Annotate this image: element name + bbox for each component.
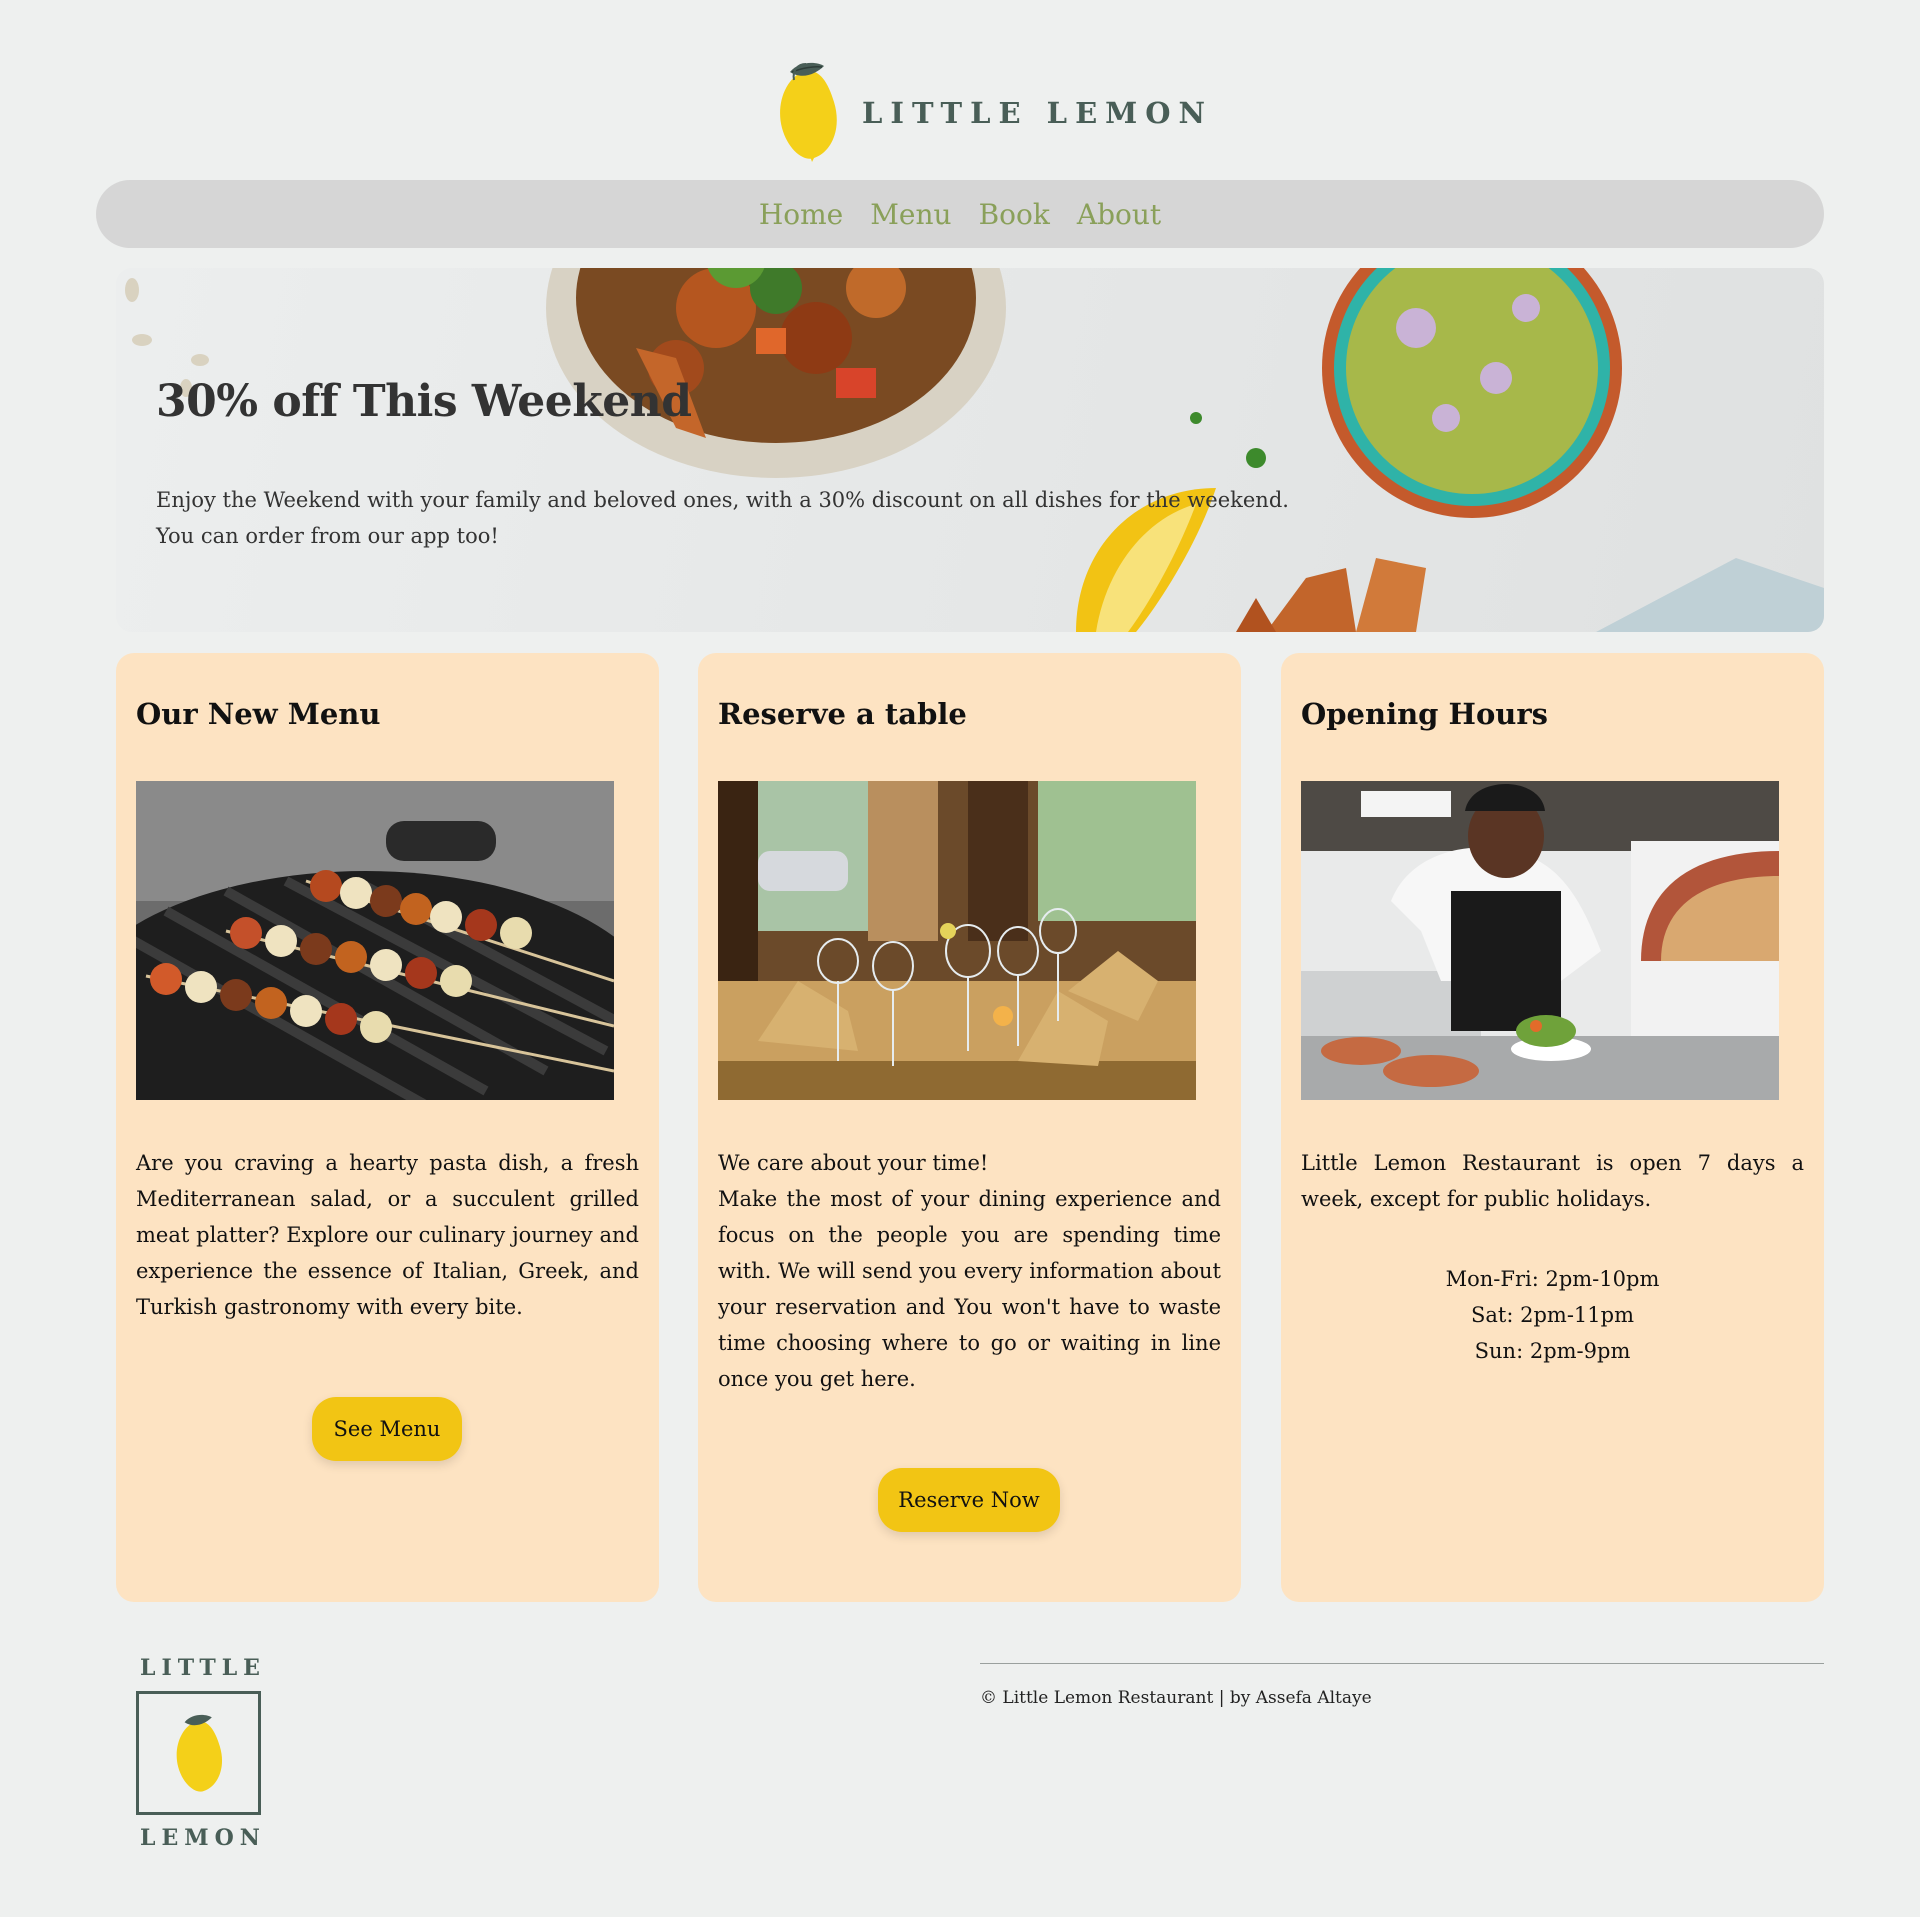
lemon-icon [780, 62, 837, 162]
main-nav: Home Menu Book About [96, 180, 1824, 248]
menu-card: Our New Menu Are you craving a hearty pa… [116, 653, 659, 1602]
reserve-card-line-1: We care about your time! [718, 1151, 989, 1175]
promo-line-2: You can order from our app too! [156, 524, 499, 548]
menu-card-text: Are you craving a hearty pasta dish, a f… [136, 1151, 639, 1319]
reserve-card-text: We care about your time! Make the most o… [718, 1145, 1221, 1397]
promo-description: Enjoy the Weekend with your family and b… [156, 482, 1356, 554]
kebab-photo [136, 781, 614, 1100]
footer-logo-bottom-word: LEMON [140, 1825, 266, 1851]
lemon-icon [176, 1714, 222, 1792]
chef-photo [1301, 781, 1779, 1100]
hours-card-title: Opening Hours [1301, 697, 1548, 731]
reserve-card: Reserve a table We care about your time!… [698, 653, 1241, 1602]
hours-list: Mon-Fri: 2pm-10pm Sat: 2pm-11pm Sun: 2pm… [1301, 1261, 1804, 1369]
footer-divider [980, 1663, 1824, 1664]
menu-card-title: Our New Menu [136, 697, 381, 731]
promo-title: 30% off This Weekend [156, 376, 692, 427]
reserve-card-title: Reserve a table [718, 697, 967, 731]
reserve-now-button[interactable]: Reserve Now [878, 1468, 1060, 1532]
footer-logo: LITTLE LEMON [136, 1655, 262, 1851]
hours-card: Opening Hours Little Lemon Restaurant is… [1281, 653, 1824, 1602]
hero-food-image [125, 268, 1824, 632]
hours-sunday: Sun: 2pm-9pm [1474, 1339, 1631, 1363]
nav-about-link[interactable]: About [1077, 198, 1161, 231]
nav-book-link[interactable]: Book [979, 198, 1050, 231]
header-logo[interactable]: LITTLE LEMON [776, 58, 1213, 163]
hours-weekdays: Mon-Fri: 2pm-10pm [1445, 1267, 1660, 1291]
footer-logo-top-word: LITTLE [140, 1655, 266, 1681]
hours-saturday: Sat: 2pm-11pm [1471, 1303, 1634, 1327]
promo-banner: 30% off This Weekend Enjoy the Weekend w… [116, 268, 1824, 632]
hours-card-text: Little Lemon Restaurant is open 7 days a… [1301, 1151, 1804, 1211]
footer-logo-box [136, 1691, 261, 1815]
nav-menu-link[interactable]: Menu [870, 198, 951, 231]
nav-home-link[interactable]: Home [759, 198, 843, 231]
table-setting-photo [718, 781, 1196, 1100]
promo-line-1: Enjoy the Weekend with your family and b… [156, 488, 1289, 512]
reserve-card-paragraph: Make the most of your dining experience … [718, 1187, 1221, 1391]
copyright-text: © Little Lemon Restaurant | by Assefa Al… [980, 1688, 1372, 1708]
brand-name: LITTLE LEMON [862, 95, 1214, 130]
see-menu-button[interactable]: See Menu [312, 1397, 462, 1461]
